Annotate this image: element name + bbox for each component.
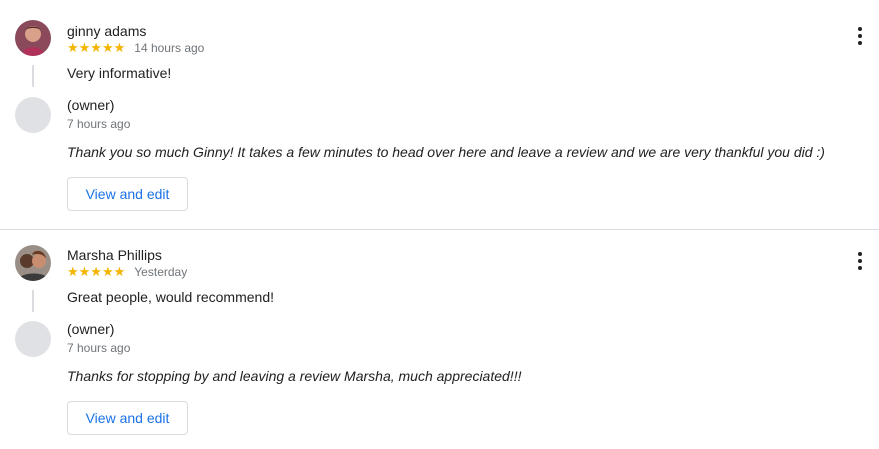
rating-row: ★★★★★ Yesterday	[67, 264, 188, 280]
owner-reply-text: Thanks for stopping by and leaving a rev…	[67, 368, 522, 384]
owner-reply-text: Thank you so much Ginny! It takes a few …	[67, 144, 825, 160]
rating-row: ★★★★★ 14 hours ago	[67, 40, 205, 56]
review-text: Great people, would recommend!	[67, 289, 274, 305]
more-options-icon[interactable]	[851, 249, 869, 273]
owner-avatar	[15, 97, 51, 133]
owner-label: (owner)	[67, 321, 115, 337]
thread-line	[32, 65, 34, 87]
review-text: Very informative!	[67, 65, 172, 81]
review-card: Marsha Phillips ★★★★★ Yesterday Great pe…	[0, 230, 879, 449]
reviewer-avatar[interactable]	[15, 20, 51, 56]
thread-line	[32, 290, 34, 312]
reviewer-name[interactable]: ginny adams	[67, 23, 146, 39]
view-and-edit-button[interactable]: View and edit	[67, 401, 188, 435]
view-and-edit-button[interactable]: View and edit	[67, 177, 188, 211]
reviewer-name[interactable]: Marsha Phillips	[67, 247, 162, 263]
owner-label: (owner)	[67, 97, 115, 113]
review-card: ginny adams ★★★★★ 14 hours ago Very info…	[0, 0, 879, 229]
owner-reply-time: 7 hours ago	[67, 341, 131, 355]
more-options-icon[interactable]	[851, 24, 869, 48]
star-rating-icon: ★★★★★	[67, 40, 126, 55]
review-time: Yesterday	[134, 265, 188, 279]
reviews-list: ginny adams ★★★★★ 14 hours ago Very info…	[0, 0, 879, 449]
reviewer-avatar[interactable]	[15, 245, 51, 281]
star-rating-icon: ★★★★★	[67, 264, 126, 279]
owner-avatar	[15, 321, 51, 357]
owner-reply-time: 7 hours ago	[67, 117, 131, 131]
review-time: 14 hours ago	[134, 41, 205, 55]
